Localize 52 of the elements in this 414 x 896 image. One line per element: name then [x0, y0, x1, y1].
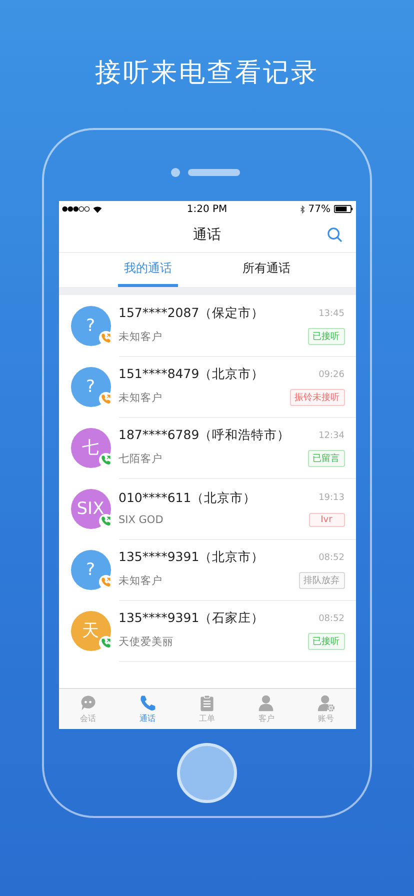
call-time: 08:52 [318, 552, 344, 562]
call-time: 13:45 [318, 308, 344, 318]
customer-name: 未知客户 [118, 330, 162, 344]
avatar: ? [70, 306, 110, 346]
battery-percent: 77% [308, 204, 330, 214]
phone-number: 135****9391（石家庄） [118, 610, 264, 627]
headline: 接听来电查看记录 [95, 57, 319, 90]
tab[interactable]: 所有通话 [236, 253, 296, 287]
status-tag: 振铃未接听 [290, 389, 344, 406]
customer-name: SIX GOD [118, 514, 164, 526]
status-tag: 已留言 [308, 450, 344, 467]
avatar: SIX [70, 488, 110, 528]
phone-icon [138, 694, 157, 712]
avatar: ? [70, 366, 110, 406]
bluetooth-icon [300, 204, 306, 214]
status-tag: 排队放弃 [298, 572, 344, 589]
tab-bar-item[interactable]: 会话 [71, 694, 106, 724]
tab-bar-item[interactable]: 账号 [308, 694, 343, 724]
customer-name: 七陌客户 [118, 452, 162, 466]
status-tag: 已接听 [308, 328, 344, 345]
avatar: 七 [70, 428, 110, 468]
battery-icon [334, 205, 352, 213]
call-time: 19:13 [318, 493, 344, 503]
phone-number: 151****8479（北京市） [118, 366, 264, 383]
phone-number: 187****6789（呼和浩特市） [118, 427, 290, 444]
wifi-icon [92, 206, 102, 212]
call-time: 12:34 [318, 430, 344, 440]
customer-name: 未知客户 [118, 390, 162, 404]
tab-bar-item[interactable]: 工单 [190, 694, 224, 724]
clipboard-icon [198, 694, 216, 712]
signal-icon [62, 206, 90, 212]
call-time: 09:26 [318, 370, 344, 380]
camera-dot [171, 168, 180, 177]
phone-number: 157****2087（保定市） [118, 305, 264, 322]
phone-number: 010****611（北京市） [118, 490, 256, 506]
person-gear-icon [316, 694, 335, 712]
phone-number: 135****9391（北京市） [118, 549, 264, 566]
tab-bar-item[interactable]: 客户 [249, 694, 284, 724]
customer-name: 未知客户 [118, 574, 162, 588]
tab-bar-item[interactable]: 通话 [130, 694, 165, 724]
status-time: 1:20 PM [186, 204, 228, 214]
search-icon[interactable] [326, 227, 342, 242]
chat-bubble-icon [79, 694, 98, 712]
speaker-slot [188, 168, 240, 176]
status-tag: 已接听 [308, 633, 344, 650]
status-tag: Ivr [308, 512, 344, 526]
avatar: 天 [70, 610, 110, 650]
screen-title: 通话 [193, 226, 221, 244]
avatar: ? [70, 550, 110, 590]
customer-name: 天使爱美丽 [118, 634, 174, 648]
person-icon [257, 694, 276, 712]
call-time: 08:52 [318, 614, 344, 624]
